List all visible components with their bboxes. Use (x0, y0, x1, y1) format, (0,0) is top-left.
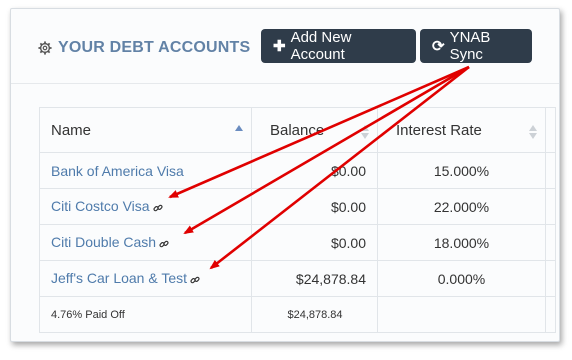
account-link[interactable]: Jeff's Car Loan & Test (51, 270, 187, 286)
balance-cell: $0.00 (251, 188, 378, 225)
add-new-account-label: Add New Account (290, 29, 352, 63)
debt-accounts-card: YOUR DEBT ACCOUNTS ✚ Add New Account ⟳ Y… (10, 8, 560, 342)
sort-icon (529, 125, 537, 139)
gear-icon (38, 41, 52, 55)
column-header-name-label: Name (51, 121, 92, 139)
total-balance: $24,878.84 (251, 296, 378, 333)
balance-cell: $0.00 (251, 224, 378, 261)
table-row: Citi Double Cash $0.00 18.000% (39, 224, 556, 261)
interest-rate-cell: 0.000% (377, 260, 546, 297)
column-header-interest-rate-label: Interest Rate (396, 121, 482, 139)
ynab-sync-label: YNAB Sync (449, 29, 491, 63)
column-header-extra (545, 107, 556, 153)
link-icon (190, 272, 200, 288)
card-header: YOUR DEBT ACCOUNTS ✚ Add New Account ⟳ Y… (11, 9, 559, 84)
plus-icon: ✚ (273, 38, 286, 55)
refresh-icon: ⟳ (432, 38, 445, 55)
page-title-text: YOUR DEBT ACCOUNTS (58, 39, 251, 56)
column-header-interest-rate[interactable]: Interest Rate (377, 107, 546, 153)
link-icon (159, 236, 169, 252)
add-new-account-button[interactable]: ✚ Add New Account (261, 29, 416, 63)
table-row: Jeff's Car Loan & Test $24,878.84 0.000% (39, 260, 556, 297)
sort-icon (361, 125, 369, 139)
table-footer-row: 4.76% Paid Off $24,878.84 (39, 296, 556, 333)
column-header-balance-label: Balance (270, 121, 325, 139)
interest-rate-cell: 15.000% (377, 152, 546, 189)
paid-off-summary: 4.76% Paid Off (39, 296, 252, 333)
column-header-balance[interactable]: Balance (251, 107, 378, 153)
debt-accounts-table: Name Balance Interest Rate Bank of Ameri… (39, 107, 556, 333)
table-header-row: Name Balance Interest Rate (39, 107, 556, 153)
ynab-sync-button[interactable]: ⟳ YNAB Sync (420, 29, 532, 63)
interest-rate-cell: 18.000% (377, 224, 546, 261)
link-icon (152, 200, 163, 216)
sort-ascending-icon (235, 125, 243, 133)
interest-rate-cell: 22.000% (377, 188, 546, 225)
account-link[interactable]: Citi Costco Visa (51, 198, 150, 214)
account-link[interactable]: Citi Double Cash (51, 234, 156, 250)
page-title: YOUR DEBT ACCOUNTS (38, 39, 250, 57)
table-row: Citi Costco Visa $0.00 22.000% (39, 188, 556, 225)
balance-cell: $0.00 (251, 152, 378, 189)
account-link[interactable]: Bank of America Visa (51, 163, 184, 179)
table-row: Bank of America Visa $0.00 15.000% (39, 152, 556, 189)
column-header-name[interactable]: Name (39, 107, 252, 153)
balance-cell: $24,878.84 (251, 260, 378, 297)
